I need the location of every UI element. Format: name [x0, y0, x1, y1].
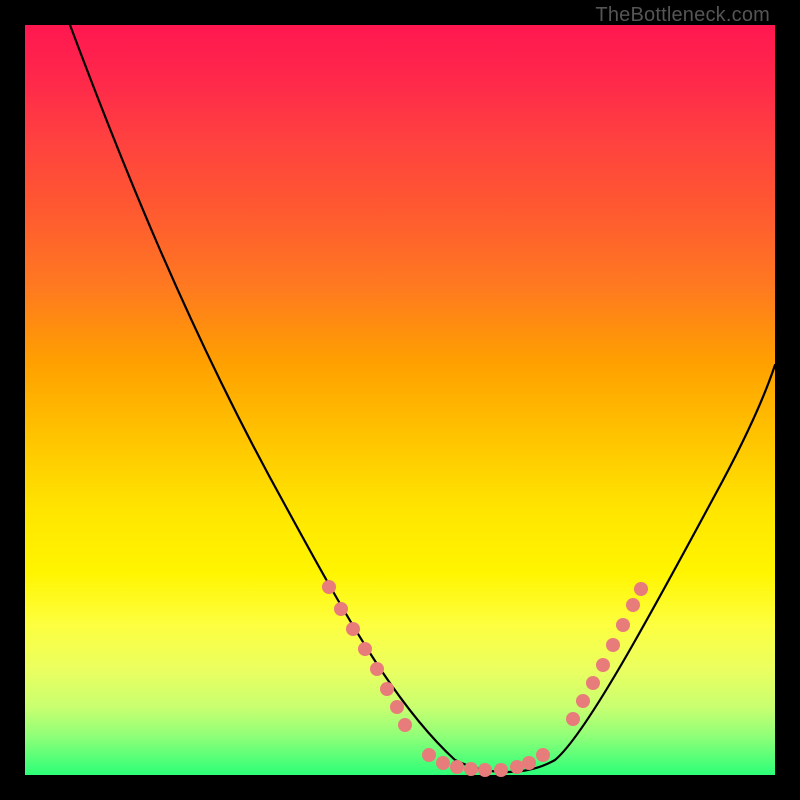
marker-dot	[478, 763, 492, 777]
marker-dot	[464, 762, 478, 776]
bottleneck-curve	[25, 25, 775, 775]
marker-dot	[626, 598, 640, 612]
marker-dot	[398, 718, 412, 732]
marker-dot	[436, 756, 450, 770]
marker-dot	[346, 622, 360, 636]
plot-area	[25, 25, 775, 775]
marker-dot	[616, 618, 630, 632]
marker-dot	[536, 748, 550, 762]
marker-dot	[494, 763, 508, 777]
marker-dot	[358, 642, 372, 656]
watermark-text: TheBottleneck.com	[595, 4, 770, 27]
marker-dot	[322, 580, 336, 594]
marker-dot	[596, 658, 610, 672]
marker-dot	[606, 638, 620, 652]
marker-dot	[390, 700, 404, 714]
marker-dot	[334, 602, 348, 616]
marker-dot	[586, 676, 600, 690]
marker-dot	[422, 748, 436, 762]
marker-dot	[450, 760, 464, 774]
marker-dot	[634, 582, 648, 596]
curve-path	[70, 25, 775, 772]
marker-dot	[370, 662, 384, 676]
chart-frame: TheBottleneck.com	[0, 0, 800, 800]
marker-dot	[566, 712, 580, 726]
marker-dot	[510, 760, 524, 774]
marker-dot	[380, 682, 394, 696]
marker-dot	[522, 756, 536, 770]
marker-dot	[576, 694, 590, 708]
